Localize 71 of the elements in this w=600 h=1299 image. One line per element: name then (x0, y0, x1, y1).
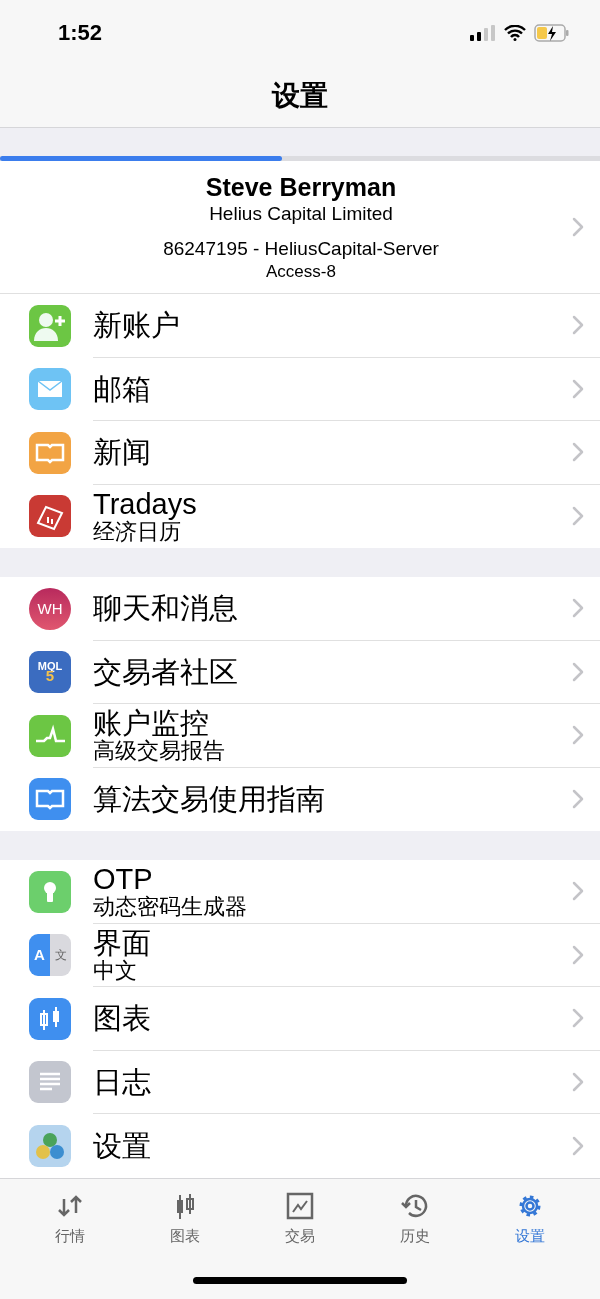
chevron-icon (572, 881, 584, 902)
chevron-icon (572, 217, 584, 237)
settings-row[interactable]: Tradays 经济日历 (0, 484, 600, 548)
book-icon (29, 431, 71, 474)
tab-item[interactable]: 历史 (370, 1191, 461, 1248)
row-title: 图表 (93, 1002, 152, 1035)
chevron-icon (572, 725, 584, 746)
row-title: 界面 (93, 926, 152, 959)
row-title: 新闻 (93, 436, 152, 469)
chevron-icon (572, 1008, 584, 1029)
chevron-icon (572, 378, 584, 399)
chevron-icon (572, 598, 584, 619)
company-name: Helius Capital Limited (209, 201, 393, 226)
row-title: 算法交易使用指南 (93, 783, 326, 816)
row-subtitle: 高级交易报告 (93, 739, 226, 764)
row-title: 新账户 (93, 309, 181, 342)
row-subtitle: 动态密码生成器 (93, 895, 248, 920)
chevron-icon (572, 1135, 584, 1156)
row-title: Tradays (93, 488, 198, 521)
chat-avatar-icon: WH (29, 587, 71, 630)
add-user-icon (29, 304, 71, 347)
row-title: 聊天和消息 (93, 592, 239, 625)
access-text: Access-8 (266, 260, 336, 283)
tab-item[interactable]: 行情 (24, 1191, 115, 1248)
row-title: 设置 (93, 1129, 152, 1162)
account-name: Steve Berryman (205, 171, 397, 202)
settings-row[interactable]: 设置 (0, 1114, 600, 1178)
row-title: OTP (93, 863, 153, 896)
community-icon: MQL 5 (29, 651, 71, 694)
row-title: 邮箱 (93, 372, 152, 405)
chevron-icon (572, 1071, 584, 1092)
settings-row[interactable]: 新闻 (0, 421, 600, 485)
battery-icon (534, 23, 570, 42)
account-card[interactable]: Steve Berryman Helius Capital Limited 86247195 - HeliusCapital-Server Access-8 (0, 161, 600, 294)
settings-row[interactable]: 邮箱 (0, 357, 600, 421)
keyhole-icon (29, 870, 71, 913)
chevron-icon (572, 789, 584, 810)
status-time: 1:52 (58, 19, 103, 47)
signal-icon (470, 24, 496, 41)
book-icon (29, 778, 71, 821)
row-title: 账户监控 (93, 707, 209, 740)
tab-item[interactable]: 设置 (485, 1191, 576, 1248)
settings-row[interactable]: 账户监控 高级交易报告 (0, 704, 600, 768)
chevron-icon (572, 442, 584, 463)
row-title: 日志 (93, 1065, 152, 1098)
nav-title: 设置 (272, 79, 328, 113)
app-logo-icon (29, 1124, 71, 1167)
tab-item[interactable]: 图表 (139, 1191, 230, 1248)
settings-row[interactable]: 算法交易使用指南 (0, 767, 600, 831)
tab-item[interactable]: 交易 (254, 1191, 345, 1248)
wifi-icon (504, 24, 526, 41)
mail-icon (29, 368, 71, 411)
chevron-icon (572, 506, 584, 527)
settings-row[interactable]: 日志 (0, 1050, 600, 1114)
row-title: 交易者社区 (93, 655, 239, 688)
document-icon (29, 1061, 71, 1104)
chevron-icon (572, 315, 584, 336)
settings-row[interactable]: WH 聊天和消息 (0, 577, 600, 641)
settings-row[interactable]: 图表 (0, 987, 600, 1051)
candlestick-icon (29, 997, 71, 1040)
server-text: 86247195 - HeliusCapital-Server (163, 236, 439, 261)
chevron-icon (572, 944, 584, 965)
chevron-icon (572, 661, 584, 682)
settings-row[interactable]: 新账户 (0, 294, 600, 358)
row-subtitle: 经济日历 (93, 520, 181, 545)
pulse-icon (29, 714, 71, 757)
settings-row[interactable]: OTP 动态密码生成器 (0, 860, 600, 924)
settings-row[interactable]: A 文 界面 中文 (0, 923, 600, 987)
line-chart-icon (284, 1191, 315, 1221)
row-subtitle: 中文 (93, 958, 138, 983)
settings-row[interactable]: MQL 5 交易者社区 (0, 640, 600, 704)
